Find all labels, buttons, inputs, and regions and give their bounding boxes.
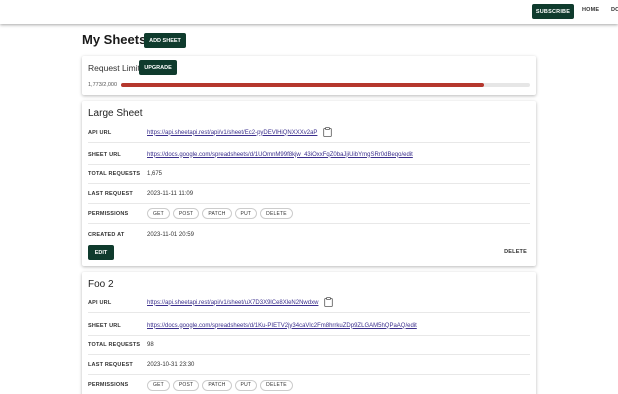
subscribe-button[interactable]: SUBSCRIBE — [532, 4, 574, 19]
total-requests-label: TOTAL REQUESTS — [88, 170, 141, 177]
permissions-label: PERMISSIONS — [88, 210, 129, 217]
permission-delete[interactable]: DELETE — [260, 379, 293, 391]
permissions-row: PERMISSIONS GET POST PATCH PUT DELETE — [88, 204, 530, 224]
delete-button[interactable]: DELETE — [504, 249, 527, 255]
request-limit-progress — [121, 83, 530, 87]
last-request-value: 2023-10-31 23:30 — [147, 361, 195, 368]
permissions-row: PERMISSIONS GET POST PATCH PUT DELETE — [88, 375, 530, 394]
sheet-url-row: SHEET URL https://docs.google.com/spread… — [88, 145, 530, 165]
permission-get[interactable]: GET — [147, 208, 170, 219]
sheet-card: Foo 2 API URL https://api.sheetapi.rest/… — [82, 272, 536, 394]
total-requests-row: TOTAL REQUESTS 98 — [88, 335, 530, 355]
api-url-link[interactable]: https://api.sheetapi.rest/api/v1/sheet/E… — [147, 130, 317, 136]
clipboard-icon[interactable] — [324, 296, 334, 309]
last-request-row: LAST REQUEST 2023-11-11 11:09 — [88, 184, 530, 204]
last-request-label: LAST REQUEST — [88, 190, 133, 197]
permission-patch[interactable]: PATCH — [202, 208, 232, 219]
permission-put[interactable]: PUT — [234, 208, 258, 219]
permission-delete[interactable]: DELETE — [260, 208, 293, 219]
permission-post[interactable]: POST — [172, 379, 200, 391]
edit-button[interactable]: EDIT — [88, 245, 114, 260]
total-requests-value: 1,675 — [147, 170, 163, 177]
last-request-value: 2023-11-11 11:09 — [147, 190, 194, 197]
sheet-title: Foo 2 — [88, 279, 114, 290]
sheet-url-label: SHEET URL — [88, 322, 121, 329]
permissions-label: PERMISSIONS — [88, 382, 129, 388]
last-request-label: LAST REQUEST — [88, 361, 133, 368]
total-requests-value: 98 — [147, 341, 154, 348]
upgrade-button[interactable]: UPGRADE — [139, 60, 177, 75]
permission-get[interactable]: GET — [147, 379, 170, 391]
sheet-url-label: SHEET URL — [88, 151, 121, 158]
created-at-value: 2023-11-01 20:59 — [147, 232, 194, 238]
nav-home-link[interactable]: HOME — [582, 7, 599, 13]
sheet-url-link[interactable]: https://docs.google.com/spreadsheets/d/1… — [147, 152, 413, 158]
total-requests-row: TOTAL REQUESTS 1,675 — [88, 164, 530, 184]
sheet-card: Large Sheet API URL https://api.sheetapi… — [82, 101, 536, 266]
total-requests-label: TOTAL REQUESTS — [88, 341, 141, 348]
sheet-url-row: SHEET URL https://docs.google.com/spread… — [88, 316, 530, 336]
created-at-label: CREATED AT — [88, 232, 125, 238]
permission-patch[interactable]: PATCH — [202, 379, 232, 391]
api-url-label: API URL — [88, 129, 112, 136]
api-url-label: API URL — [88, 299, 112, 306]
permission-put[interactable]: PUT — [234, 379, 258, 391]
api-url-row: API URL https://api.sheetapi.rest/api/v1… — [88, 293, 530, 313]
sheet-title: Large Sheet — [88, 108, 143, 119]
permission-post[interactable]: POST — [172, 208, 200, 219]
api-url-link[interactable]: https://api.sheetapi.rest/api/v1/sheet/u… — [147, 300, 318, 306]
request-limit-progress-fill — [121, 83, 484, 87]
api-url-row: API URL https://api.sheetapi.rest/api/v1… — [88, 123, 530, 143]
top-navbar: SUBSCRIBE HOME DO — [0, 0, 618, 24]
page-title: My Sheets — [82, 32, 147, 47]
request-limit-count: 1,773/2,000 — [88, 82, 118, 88]
nav-docs-link[interactable]: DO — [611, 7, 618, 13]
clipboard-icon[interactable] — [323, 126, 333, 139]
created-at-row: CREATED AT 2023-11-01 20:59 — [88, 225, 530, 245]
sheet-url-link[interactable]: https://docs.google.com/spreadsheets/d/1… — [147, 323, 417, 329]
last-request-row: LAST REQUEST 2023-10-31 23:30 — [88, 355, 530, 375]
add-sheet-button[interactable]: ADD SHEET — [144, 33, 186, 48]
request-limit-title: Request Limit — [88, 63, 140, 73]
request-limit-card: Request Limit UPGRADE 1,773/2,000 — [82, 56, 536, 95]
